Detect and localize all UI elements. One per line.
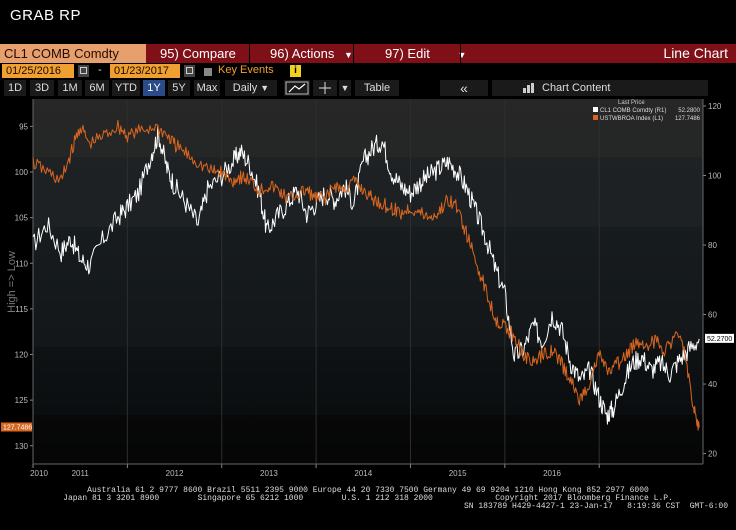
left-tick-label: 95: [19, 122, 28, 131]
right-last-value-tag: 52.2700: [705, 333, 734, 343]
chart-content-icon: [523, 83, 534, 93]
right-tick-label: 100: [708, 171, 722, 180]
left-tick-label: 125: [15, 396, 29, 405]
divider: [249, 44, 250, 63]
legend-value: 52.2800: [678, 108, 700, 114]
range-1y[interactable]: 1Y: [143, 80, 165, 96]
key-events-checkbox[interactable]: [204, 68, 212, 76]
compare-menu[interactable]: 95) Compare: [160, 44, 236, 63]
edit-label: Edit: [407, 46, 430, 61]
plot-band: [33, 227, 703, 347]
x-tick-label: 2012: [166, 469, 184, 477]
footer-serial: SN 183789 H429-4427-1 23-Jan-17 8:19:36 …: [463, 502, 728, 511]
start-date-field[interactable]: 01/25/2016: [2, 64, 74, 78]
right-tick-label: 40: [708, 380, 717, 389]
line-tool-icon[interactable]: [284, 80, 310, 96]
divider: [460, 44, 461, 63]
left-tick-label: 105: [15, 214, 29, 223]
x-tick-label: 2015: [449, 469, 467, 477]
x-tick-label: 2013: [260, 469, 278, 477]
legend-swatch: [593, 107, 598, 112]
left-last-value-tag: 127.7486: [1, 422, 32, 432]
edit-menu[interactable]: 97) Edit ▼: [385, 44, 466, 63]
window-title: GRAB RP: [10, 7, 82, 24]
edit-num: 97): [385, 46, 404, 61]
chevron-down-icon[interactable]: ▼: [339, 80, 351, 96]
x-tick-label: 2014: [354, 469, 372, 477]
chart-type-label[interactable]: Line Chart: [663, 44, 728, 63]
right-last-value: 52.2700: [707, 336, 732, 343]
chevron-down-icon: ▼: [457, 50, 467, 60]
end-date-field[interactable]: 01/23/2017: [110, 64, 180, 78]
left-tick-label: 100: [15, 168, 29, 177]
actions-num: 96): [270, 46, 289, 61]
legend-label: CL1 COMB Comdty (R1): [600, 108, 666, 114]
chevron-down-icon: ▼: [260, 83, 270, 93]
key-events-label: Key Events: [218, 64, 274, 76]
right-tick-label: 120: [708, 102, 722, 111]
chart-content-label: Chart Content: [542, 82, 611, 94]
left-axis-title: High => Low: [6, 251, 18, 313]
range-3d[interactable]: 3D: [30, 80, 54, 96]
legend-label: USTWBROA Index (L1): [600, 116, 663, 122]
actions-label: Actions: [291, 46, 335, 61]
x-tick-label: 2010: [30, 469, 48, 477]
plot-band: [33, 415, 703, 464]
line-chart[interactable]: 95100105110115120125130 20406080100120 2…: [0, 97, 736, 477]
x-tick-label: 2016: [543, 469, 561, 477]
frequency-dropdown[interactable]: Daily ▼: [225, 80, 277, 96]
range-6m[interactable]: 6M: [85, 80, 109, 96]
legend-swatch: [593, 115, 598, 120]
legend-header: Last Price: [618, 100, 645, 106]
range-max[interactable]: Max: [194, 80, 220, 96]
left-tick-label: 120: [15, 351, 29, 360]
frequency-label: Daily: [232, 82, 258, 94]
actions-menu[interactable]: 96) Actions ▼: [270, 44, 353, 63]
calendar-icon[interactable]: [184, 65, 195, 77]
left-last-value: 127.7486: [3, 425, 32, 432]
chevron-down-icon: ▼: [343, 50, 353, 60]
range-1d[interactable]: 1D: [4, 80, 26, 96]
range-ytd[interactable]: YTD: [112, 80, 140, 96]
table-button[interactable]: Table: [355, 80, 399, 96]
right-tick-label: 60: [708, 311, 717, 320]
chart-content-button[interactable]: Chart Content: [492, 80, 708, 96]
crosshair-icon[interactable]: [313, 80, 337, 96]
left-tick-label: 130: [15, 442, 29, 451]
date-range-dash: -: [98, 64, 102, 76]
range-5y[interactable]: 5Y: [168, 80, 190, 96]
range-1m[interactable]: 1M: [58, 80, 82, 96]
info-icon[interactable]: i: [290, 65, 301, 77]
divider: [353, 44, 354, 63]
x-tick-label: 2011: [72, 469, 90, 477]
ticker-field[interactable]: CL1 COMB Comdty: [0, 44, 146, 63]
right-tick-label: 80: [708, 241, 717, 250]
legend-value: 127.7486: [675, 116, 701, 122]
compare-num: 95): [160, 46, 179, 61]
calendar-icon[interactable]: [78, 65, 89, 77]
right-tick-label: 20: [708, 450, 717, 459]
compare-label: Compare: [182, 46, 236, 61]
plot-band: [33, 157, 703, 227]
collapse-panel-button[interactable]: «: [440, 80, 488, 96]
